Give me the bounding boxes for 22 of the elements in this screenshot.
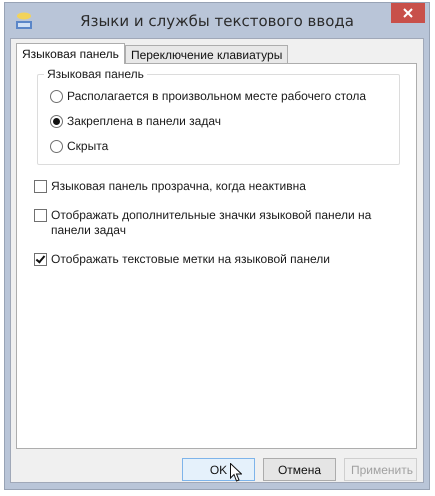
checkbox[interactable]: [34, 180, 47, 193]
tab[interactable]: Языковая панель: [16, 43, 125, 64]
dialog-button[interactable]: OK: [182, 458, 255, 481]
checkbox-label: Отображать текстовые метки на языковой панели: [51, 252, 330, 267]
tab[interactable]: Переключение клавиатуры: [124, 45, 288, 63]
keyboard-icon: [14, 11, 34, 31]
checkbox[interactable]: [34, 253, 47, 266]
mouse-pointer-icon: [230, 463, 242, 482]
checkbox-label: Языковая панель прозрачна, когда неактивна: [51, 179, 306, 194]
radio-label: Скрыта: [67, 139, 108, 154]
radio-button[interactable]: [50, 115, 63, 128]
checkbox-label: Отображать дополнительные значки языковой панели на панели задач: [51, 208, 372, 238]
dialog-button[interactable]: Отмена: [263, 458, 336, 481]
radio-button[interactable]: [50, 140, 63, 153]
close-button[interactable]: [391, 3, 425, 23]
window-title: Языки и службы текстового ввода: [79, 12, 355, 30]
group-title: Языковая панель: [44, 67, 147, 81]
radio-label: Располагается в произвольном месте рабочего стола: [67, 89, 366, 104]
checkbox[interactable]: [34, 209, 47, 222]
close-icon: [403, 8, 413, 18]
radio-button[interactable]: [50, 90, 63, 103]
radio-label: Закреплена в панели задач: [67, 114, 221, 129]
